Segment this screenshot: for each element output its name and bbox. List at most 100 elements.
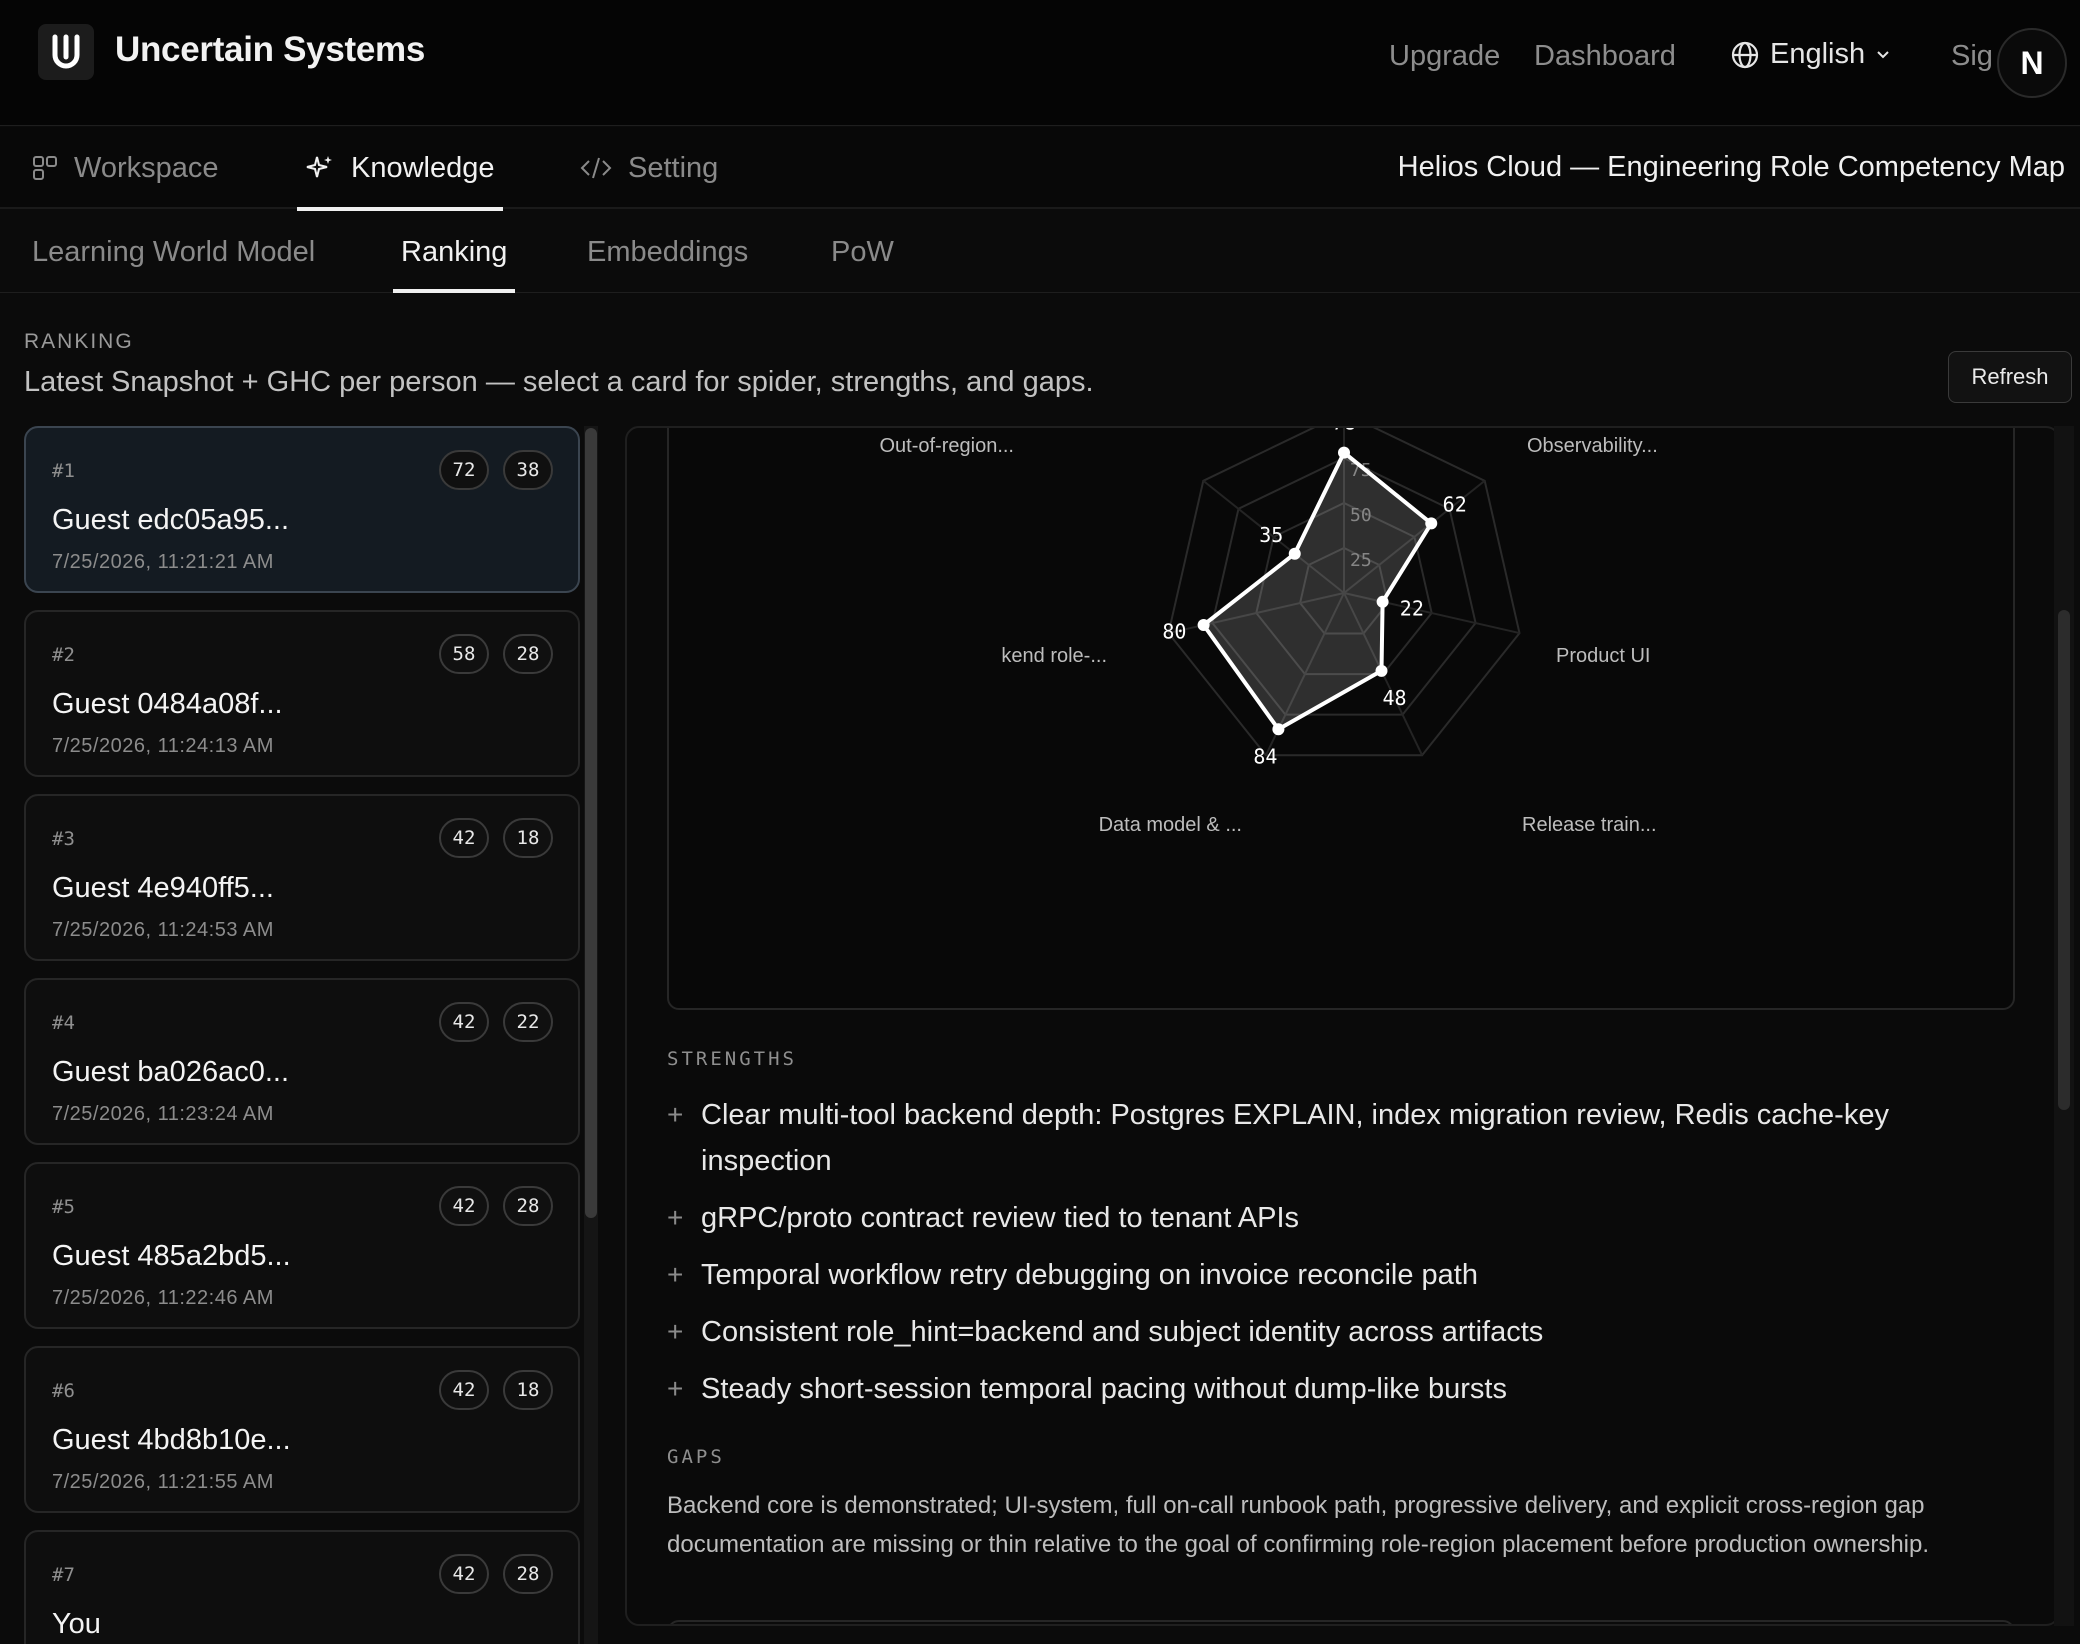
rank-number: #4 <box>52 1012 75 1034</box>
tab-ranking[interactable]: Ranking <box>393 211 516 293</box>
card-timestamp: 7/25/2026, 11:24:13 AM <box>52 735 274 757</box>
card-timestamp: 7/25/2026, 11:23:24 AM <box>52 1103 274 1125</box>
tab-setting-label: Setting <box>628 151 719 184</box>
score-badge: 42 <box>439 1554 489 1594</box>
radar-axis-label: Product UI <box>1556 645 1650 667</box>
rank-number: #1 <box>52 460 75 482</box>
strength-text: Steady short-session temporal pacing wit… <box>701 1373 1507 1405</box>
page-title: Helios Cloud — Engineering Role Competen… <box>1397 151 2065 183</box>
list-item: + gRPC/proto contract review tied to ten… <box>667 1195 1967 1241</box>
list-item: + Consistent role_hint=backend and subje… <box>667 1309 1967 1355</box>
plus-icon: + <box>667 1099 684 1130</box>
detail-panel: 25507535786222488480Out-of-region...Obse… <box>625 426 2060 1626</box>
code-icon <box>580 157 612 179</box>
detail-scrollbar[interactable] <box>2054 426 2074 1626</box>
radar-point <box>1288 547 1301 560</box>
dashboard-link[interactable]: Dashboard <box>1534 40 1676 73</box>
section-description: Latest Snapshot + GHC per person — selec… <box>24 366 1094 398</box>
radar-point <box>1197 619 1210 632</box>
gaps-text: Backend core is demonstrated; UI-system,… <box>667 1492 1930 1558</box>
tab-knowledge[interactable]: Knowledge <box>297 127 503 211</box>
ranking-card[interactable]: #2 58 28 Guest 0484a08f... 7/25/2026, 11… <box>24 610 580 777</box>
radar-value-label: 84 <box>1253 744 1277 768</box>
spider-chart-card: 25507535786222488480Out-of-region...Obse… <box>667 428 2015 1010</box>
radar-point <box>1425 517 1438 530</box>
language-label: English <box>1770 38 1866 70</box>
sub-tabs: Learning World Model Ranking Embeddings … <box>0 211 2080 293</box>
scrollbar-thumb[interactable] <box>585 428 597 1218</box>
rank-number: #2 <box>52 644 75 666</box>
radar-point <box>1338 446 1350 459</box>
card-timestamp: 7/25/2026, 11:21:21 AM <box>52 551 274 573</box>
list-item: + Steady short-session temporal pacing w… <box>667 1366 1967 1412</box>
score-badge: 18 <box>503 818 553 858</box>
score-badge: 42 <box>439 818 489 858</box>
list-item: + Clear multi-tool backend depth: Postgr… <box>667 1092 1967 1184</box>
radar-chart: 25507535786222488480Out-of-region...Obse… <box>879 428 1658 836</box>
card-name: Guest 4bd8b10e... <box>52 1424 291 1456</box>
language-selector[interactable]: English <box>1730 38 1891 71</box>
score-badge: 38 <box>503 450 553 490</box>
strengths-heading: STRENGTHS <box>667 1048 797 1070</box>
signin-link[interactable]: Sign in <box>1951 40 1993 73</box>
chevron-down-icon <box>1877 50 1889 58</box>
ranking-card[interactable]: #1 72 38 Guest edc05a95... 7/25/2026, 11… <box>24 426 580 593</box>
ranking-list: #1 72 38 Guest edc05a95... 7/25/2026, 11… <box>24 426 580 1644</box>
tab-embeddings[interactable]: Embeddings <box>579 211 756 293</box>
tab-pow[interactable]: PoW <box>823 211 902 293</box>
score-badge: 42 <box>439 1370 489 1410</box>
plus-icon: + <box>667 1259 684 1290</box>
plus-icon: + <box>667 1316 684 1347</box>
ranking-card[interactable]: #5 42 28 Guest 485a2bd5... 7/25/2026, 11… <box>24 1162 580 1329</box>
card-name: Guest 4e940ff5... <box>52 872 274 904</box>
top-header: Uncertain Systems Upgrade Dashboard Engl… <box>0 0 2080 126</box>
refresh-button[interactable]: Refresh <box>1948 351 2072 403</box>
ranking-card[interactable]: #3 42 18 Guest 4e940ff5... 7/25/2026, 11… <box>24 794 580 961</box>
score-badge: 28 <box>503 1554 553 1594</box>
tab-setting[interactable]: Setting <box>580 127 718 209</box>
grid-icon <box>33 156 57 180</box>
score-badge: 42 <box>439 1186 489 1226</box>
tab-workspace[interactable]: Workspace <box>32 127 219 209</box>
strength-text: Consistent role_hint=backend and subject… <box>701 1316 1544 1348</box>
sparkle-icon <box>306 156 332 178</box>
card-timestamp: 7/25/2026, 11:22:46 AM <box>52 1287 274 1309</box>
score-badge: 28 <box>503 1186 553 1226</box>
brand-name[interactable]: Uncertain Systems <box>115 30 425 70</box>
card-timestamp: 7/25/2026, 11:21:55 AM <box>52 1471 274 1493</box>
next-section-card <box>667 1620 2015 1624</box>
radar-value-label: 22 <box>1400 596 1424 620</box>
card-name: Guest 485a2bd5... <box>52 1240 291 1272</box>
card-timestamp: 7/25/2026, 11:24:53 AM <box>52 919 274 941</box>
radar-axis-label: Release train... <box>1522 814 1657 836</box>
brand-logo[interactable] <box>38 24 94 80</box>
scrollbar-thumb[interactable] <box>2058 610 2070 1110</box>
list-scrollbar[interactable] <box>584 426 598 1644</box>
score-badge: 42 <box>439 1002 489 1042</box>
ranking-card[interactable]: #6 42 18 Guest 4bd8b10e... 7/25/2026, 11… <box>24 1346 580 1513</box>
list-item: + Temporal workflow retry debugging on i… <box>667 1252 1967 1298</box>
tab-learning-world-model[interactable]: Learning World Model <box>24 211 323 293</box>
strength-text: Clear multi-tool backend depth: Postgres… <box>701 1099 1889 1177</box>
score-badge: 58 <box>439 634 489 674</box>
radar-value-label: 35 <box>1259 523 1283 547</box>
main-tabs: Workspace Knowledge Setting Helios Cloud… <box>0 127 2080 211</box>
rank-number: #5 <box>52 1196 75 1218</box>
strength-text: gRPC/proto contract review tied to tenan… <box>701 1202 1300 1234</box>
upgrade-link[interactable]: Upgrade <box>1389 40 1500 73</box>
radar-point <box>1376 595 1389 608</box>
score-badge: 18 <box>503 1370 553 1410</box>
radar-point <box>1375 664 1388 677</box>
plus-icon: + <box>667 1373 684 1404</box>
ranking-card[interactable]: #7 42 28 You <box>24 1530 580 1644</box>
ranking-card[interactable]: #4 42 22 Guest ba026ac0... 7/25/2026, 11… <box>24 978 580 1145</box>
strengths-list: + Clear multi-tool backend depth: Postgr… <box>667 1092 1967 1423</box>
radar-axis-label: Observability... <box>1527 435 1658 457</box>
rank-number: #6 <box>52 1380 75 1402</box>
radar-axis-label: Out-of-region... <box>879 435 1014 457</box>
rank-number: #3 <box>52 828 75 850</box>
avatar[interactable]: N <box>1997 28 2067 98</box>
gaps-heading: GAPS <box>667 1446 725 1468</box>
radar-axis-label: Data model & ... <box>1099 814 1242 836</box>
radar-value-label: 62 <box>1443 493 1467 517</box>
